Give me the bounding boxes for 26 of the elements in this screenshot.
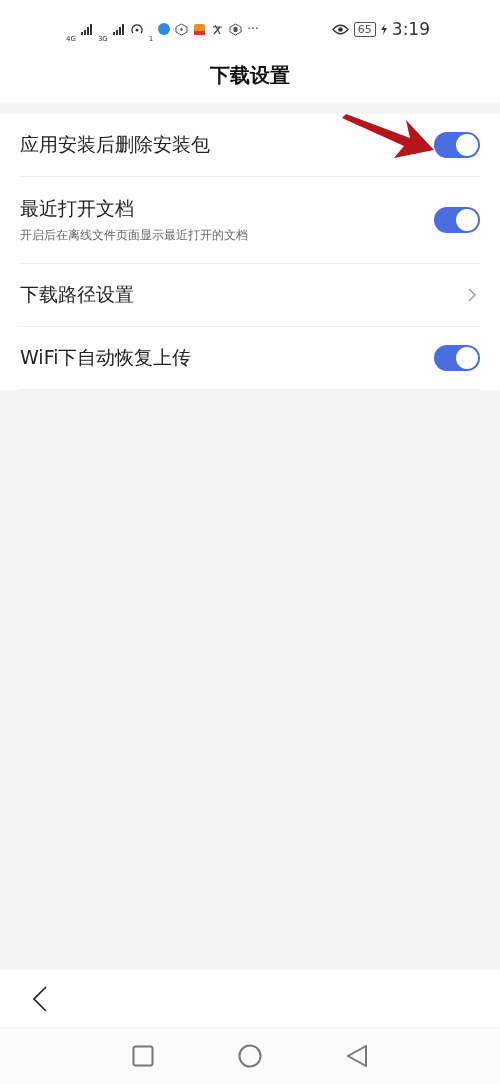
- home-icon[interactable]: [238, 1043, 262, 1068]
- hotspot-icon: [129, 22, 144, 36]
- setting-label: 最近打开文档: [20, 196, 135, 221]
- back-nav-icon[interactable]: [346, 1043, 368, 1068]
- more-indicator: ···: [247, 22, 259, 36]
- toggle-switch[interactable]: [434, 345, 480, 371]
- signal-icon: [80, 23, 93, 35]
- app-icon: [193, 22, 207, 36]
- clock-time: 3:19: [391, 19, 430, 39]
- page-title: 下载设置: [210, 62, 290, 89]
- charging-icon: [380, 23, 387, 35]
- setting-label: 应用安装后删除安装包: [20, 132, 210, 157]
- eye-icon: [331, 23, 349, 35]
- battery-level: 65: [353, 21, 376, 37]
- setting-label: WiFi下自动恢复上传: [20, 345, 192, 370]
- app-icon: [158, 23, 171, 35]
- toggle-switch[interactable]: [434, 132, 480, 158]
- hand-icon: [229, 22, 243, 36]
- recent-apps-icon[interactable]: [132, 1044, 154, 1067]
- hexagon-icon: [175, 22, 189, 36]
- setting-description: 开启后在离线文件页面显示最近打开的文档: [20, 227, 248, 244]
- back-icon[interactable]: [33, 985, 47, 1012]
- chevron-right-icon[interactable]: [468, 288, 476, 302]
- toggle-switch[interactable]: [434, 207, 480, 233]
- setting-label: 下载路径设置: [20, 282, 134, 307]
- signal-icon: [112, 23, 125, 35]
